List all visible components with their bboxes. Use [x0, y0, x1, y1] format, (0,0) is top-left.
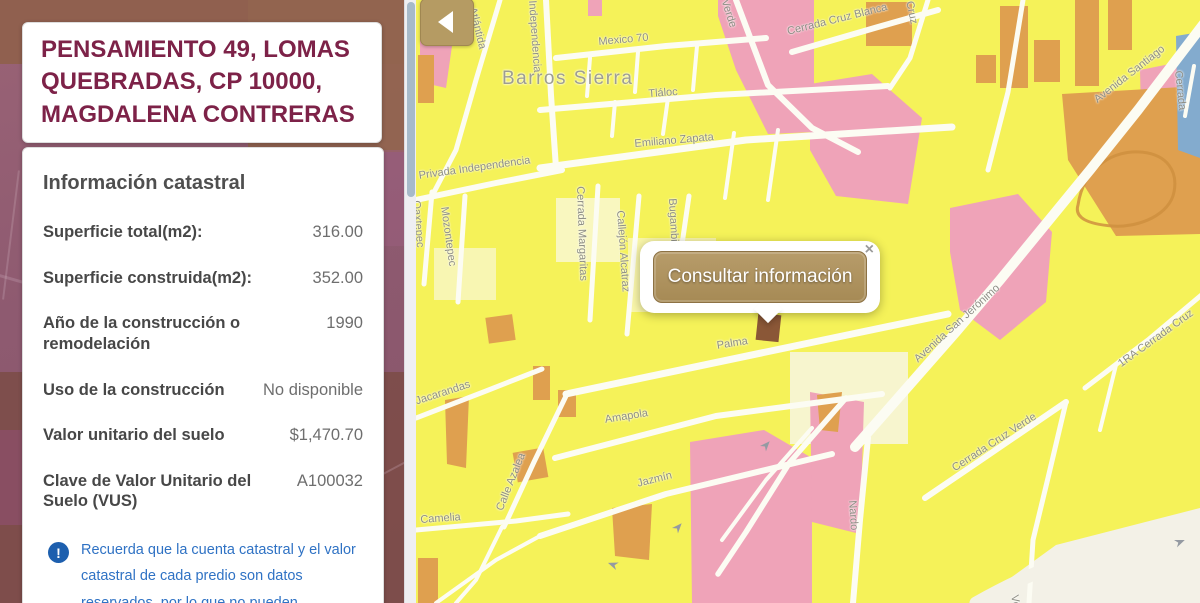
field-label: Uso de la construcción: [43, 380, 225, 399]
sidebar-scrollbar[interactable]: [404, 0, 416, 603]
field-value: 1990: [326, 314, 363, 333]
field-label: Superficie construida(m2):: [43, 268, 253, 287]
info-row-anio-construccion: Año de la construcción o remodelación 19…: [43, 313, 363, 354]
street-label: Tláloc: [648, 85, 679, 100]
map-popup: Consultar información ×: [640, 241, 880, 324]
field-value: A100032: [296, 471, 363, 490]
info-row-superficie-total: Superficie total(m2): 316.00: [43, 222, 363, 243]
consultar-informacion-button[interactable]: Consultar información: [653, 251, 867, 303]
field-value: No disponible: [263, 380, 363, 399]
info-icon: !: [48, 542, 69, 563]
field-label: Superficie total(m2):: [43, 223, 203, 241]
field-label: Clave de Valor Unitario del Suelo (VUS): [43, 471, 252, 511]
field-label: Año de la construcción o remodelación: [43, 314, 241, 353]
field-value: 316.00: [312, 223, 363, 241]
field-label: Valor unitario del suelo: [43, 426, 225, 445]
map-canvas[interactable]: Barros Sierra Mexico 70 Tláloc Emiliano …: [416, 0, 1200, 603]
street-label: Nardo: [846, 500, 861, 531]
collapse-sidebar-button[interactable]: [420, 0, 474, 46]
field-value: $1,470.70: [289, 426, 363, 445]
sidebar-map-underlay: [0, 430, 22, 525]
chevron-left-icon: [438, 11, 453, 33]
privacy-note-text: Recuerda que la cuenta catastral y el va…: [81, 542, 356, 603]
sidebar: PENSAMIENTO 49, LOMAS QUEBRADAS, CP 1000…: [0, 0, 404, 603]
property-address: PENSAMIENTO 49, LOMAS QUEBRADAS, CP 1000…: [41, 36, 355, 128]
cadastral-app: PENSAMIENTO 49, LOMAS QUEBRADAS, CP 1000…: [0, 0, 1200, 603]
info-row-superficie-construida: Superficie construida(m2): 352.00: [43, 268, 363, 289]
info-row-uso-construccion: Uso de la construcción No disponible: [43, 380, 363, 401]
info-row-clave-vus: Clave de Valor Unitario del Suelo (VUS) …: [43, 471, 363, 512]
area-label-barros-sierra: Barros Sierra: [502, 68, 634, 89]
scrollbar-thumb[interactable]: [407, 2, 415, 197]
address-card: PENSAMIENTO 49, LOMAS QUEBRADAS, CP 1000…: [22, 22, 382, 144]
cadastral-info-card: Información catastral Superficie total(m…: [22, 147, 384, 603]
info-row-valor-unitario: Valor unitario del suelo $1,470.70: [43, 425, 363, 446]
field-value: 352.00: [312, 268, 363, 287]
close-icon[interactable]: ×: [865, 242, 874, 258]
section-heading: Información catastral: [43, 172, 246, 194]
privacy-note: ! Recuerda que la cuenta catastral y el …: [43, 537, 363, 603]
